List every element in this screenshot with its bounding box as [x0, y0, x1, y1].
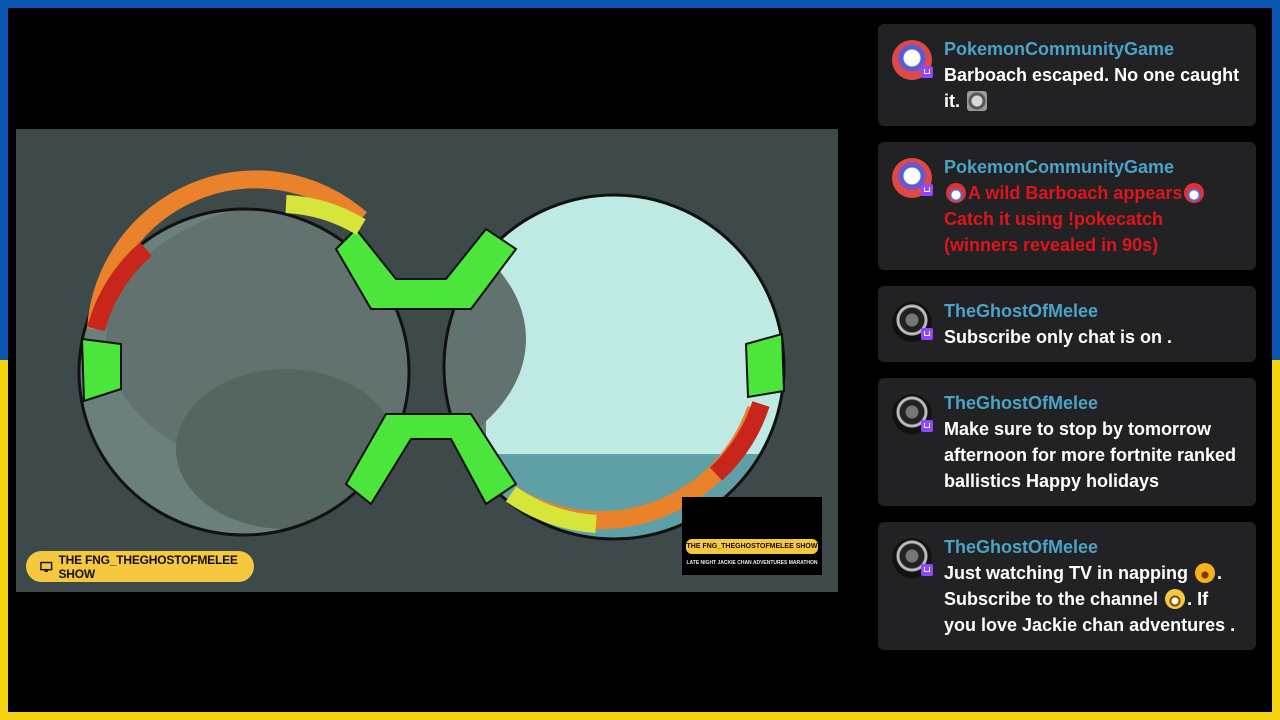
chat-username[interactable]: TheGhostOfMelee: [944, 390, 1242, 416]
twitch-badge-icon: [921, 328, 933, 340]
chat-text-part: A wild Barboach appears: [968, 183, 1183, 203]
chat-message: TheGhostOfMelee Make sure to stop by tom…: [878, 378, 1256, 506]
chat-message: PokemonCommunityGame Barboach escaped. N…: [878, 24, 1256, 126]
show-title-label: THE FNG_THEGHOSTOFMELEE SHOW: [58, 552, 238, 581]
santa-emote-icon: [1184, 183, 1205, 203]
twitch-badge-icon: [921, 66, 933, 78]
avatar[interactable]: [892, 394, 933, 434]
twitch-badge-icon: [921, 564, 933, 576]
chat-message: PokemonCommunityGame A wild Barboach app…: [878, 142, 1256, 270]
snorlax-emote-icon: [967, 91, 988, 111]
mini-overlay: THE FNG_THEGHOSTOFMELEE SHOW LATE NIGHT …: [682, 497, 822, 575]
mini-title-pill: THE FNG_THEGHOSTOFMELEE SHOW: [686, 539, 818, 554]
santa-emote-icon: [946, 183, 966, 203]
avatar[interactable]: [892, 158, 933, 198]
mini-subtitle: LATE NIGHT JACKIE CHAN ADVENTURES MARATH…: [686, 560, 818, 566]
yawn-emote-icon: [1195, 563, 1216, 583]
tv-icon: [40, 561, 53, 572]
grin-emote-icon: [1165, 589, 1186, 609]
twitch-badge-icon: [921, 420, 933, 432]
chat-text-part: Just watching TV in napping: [944, 563, 1189, 583]
chat-username[interactable]: PokemonCommunityGame: [944, 154, 1242, 180]
chat-text: Make sure to stop by tomorrow afternoon …: [944, 419, 1237, 491]
chat-username[interactable]: TheGhostOfMelee: [944, 534, 1242, 560]
chat-message: TheGhostOfMelee Subscribe only chat is o…: [878, 286, 1256, 362]
chat-text-body: Barboach escaped. No one caught it.: [944, 65, 1240, 111]
avatar[interactable]: [892, 538, 933, 578]
avatar[interactable]: [892, 40, 933, 80]
chat-panel: PokemonCommunityGame Barboach escaped. N…: [878, 24, 1256, 666]
chat-username[interactable]: PokemonCommunityGame: [944, 36, 1242, 62]
chat-text-part: Catch it using !pokecatch (winners revea…: [944, 209, 1164, 255]
show-title-pill: THE FNG_THEGHOSTOFMELEE SHOW: [26, 551, 254, 582]
twitch-badge-icon: [921, 184, 933, 196]
chat-text: Just watching TV in napping . Subscribe …: [944, 560, 1242, 638]
chat-text: Barboach escaped. No one caught it.: [944, 62, 1242, 114]
avatar[interactable]: [892, 302, 933, 342]
chat-username[interactable]: TheGhostOfMelee: [944, 298, 1242, 324]
chat-text: Subscribe only chat is on .: [944, 327, 1173, 347]
chat-text: A wild Barboach appears Catch it using !…: [944, 180, 1242, 258]
chat-message: TheGhostOfMelee Just watching TV in napp…: [878, 522, 1256, 650]
